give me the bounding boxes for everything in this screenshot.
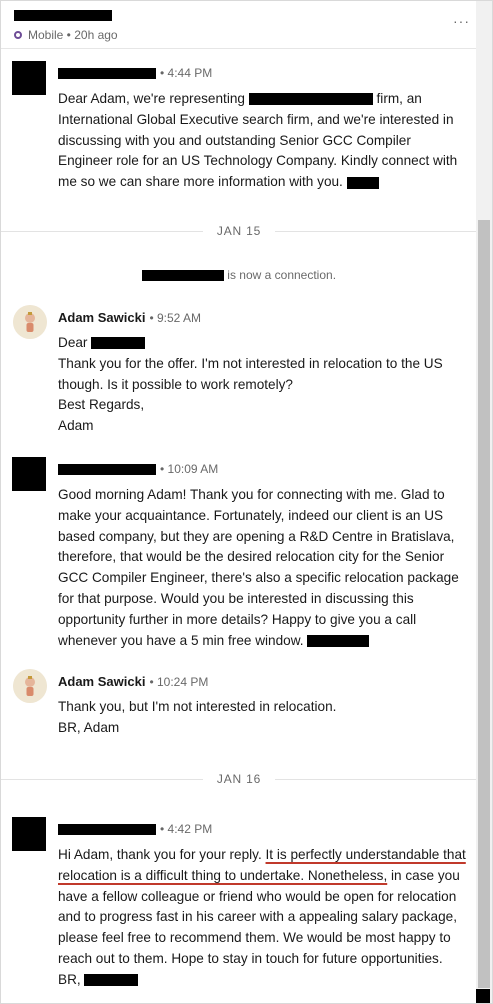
redacted-avatar[interactable]: [12, 61, 46, 95]
avatar[interactable]: [13, 669, 47, 703]
message-item: Adam Sawicki • 10:24 PM Thank you, but I…: [1, 669, 471, 739]
connection-event: is now a connection.: [1, 268, 477, 282]
redacted-sender-name: [58, 823, 156, 835]
scrollbar-track[interactable]: [476, 1, 492, 1003]
conversation-header: Mobile • 20h ago ···: [1, 1, 492, 49]
message-body: Hi Adam, thank you for your reply. It is…: [58, 847, 466, 987]
conversation-window: Mobile • 20h ago ··· • 4:44 PM Dear Adam…: [0, 0, 493, 1004]
more-options-icon[interactable]: ···: [453, 13, 470, 29]
redacted-avatar[interactable]: [12, 457, 46, 491]
date-separator: JAN 15: [1, 221, 477, 241]
scrollbar-thumb[interactable]: [478, 220, 490, 988]
message-item: • 4:42 PM Hi Adam, thank you for your re…: [1, 817, 471, 992]
redacted-corner: [476, 989, 490, 1003]
message-meta: Adam Sawicki • 10:24 PM: [58, 674, 208, 689]
redacted-recipient-name: [91, 337, 146, 350]
avatar-figure-icon: [13, 669, 47, 703]
connection-event-text: is now a connection.: [227, 268, 337, 282]
message-time: • 10:09 AM: [160, 462, 219, 476]
avatar[interactable]: [13, 305, 47, 339]
date-label: JAN 15: [216, 224, 262, 238]
author-name[interactable]: Adam Sawicki: [58, 310, 145, 325]
author-name[interactable]: Adam Sawicki: [58, 674, 145, 689]
avatar-figure-icon: [13, 305, 47, 339]
redacted-signature: [346, 176, 379, 189]
message-body: Good morning Adam! Thank you for connect…: [58, 487, 459, 648]
message-time: • 4:42 PM: [160, 822, 213, 836]
redacted-signature: [307, 634, 370, 647]
redacted-firm-name: [248, 93, 373, 106]
message-body: Thank you, but I'm not interested in rel…: [58, 699, 337, 735]
message-meta: • 4:42 PM: [58, 822, 212, 836]
message-meta: • 10:09 AM: [58, 462, 218, 476]
mobile-status-icon: [14, 31, 22, 39]
redacted-avatar[interactable]: [12, 817, 46, 851]
redacted-sender-name: [58, 67, 156, 79]
message-time: • 4:44 PM: [160, 66, 213, 80]
message-item: • 10:09 AM Good morning Adam! Thank you …: [1, 457, 471, 648]
message-time: • 10:24 PM: [149, 674, 209, 689]
redacted-signature: [84, 974, 139, 987]
message-meta: • 4:44 PM: [58, 66, 212, 80]
redacted-connection-name: [141, 270, 224, 282]
date-label: JAN 16: [216, 772, 262, 786]
message-time: • 9:52 AM: [149, 310, 201, 325]
date-separator: JAN 16: [1, 769, 477, 789]
message-body: Dear Adam, we're representing firm, an I…: [58, 91, 458, 190]
presence-status: Mobile • 20h ago: [14, 28, 118, 42]
message-meta: Adam Sawicki • 9:52 AM: [58, 310, 201, 325]
presence-text: Mobile • 20h ago: [28, 28, 118, 42]
message-item: Adam Sawicki • 9:52 AM Dear Thank you fo…: [1, 305, 471, 435]
message-item: • 4:44 PM Dear Adam, we're representing …: [1, 61, 471, 193]
redacted-sender-name: [58, 463, 156, 475]
redacted-participant-name: [14, 10, 112, 21]
message-body: Dear Thank you for the offer. I'm not in…: [58, 335, 443, 434]
